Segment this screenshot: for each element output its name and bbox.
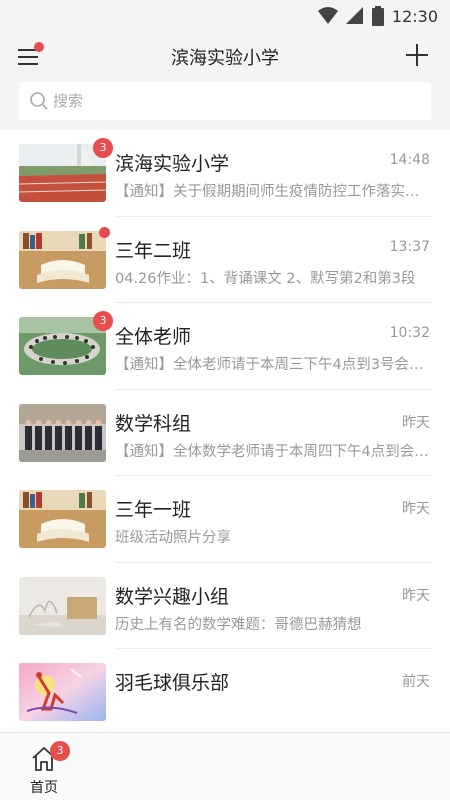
chat-item-school[interactable]: 3 滨海实验小学 14:48 【通知】关于假期期间师生疫情防控工作落实的通知 [0,130,450,217]
chat-name: 羽毛球俱乐部 [115,672,230,694]
nav-home-tab[interactable]: 3 首页 [14,739,74,797]
chat-time: 昨天 [402,501,430,517]
nav-unread-badge: 3 [50,741,70,761]
chat-name: 数学科组 [115,412,192,435]
chat-preview: 【通知】关于假期期间师生疫情防控工作落实的通知 [115,184,431,200]
chat-avatar [19,317,106,375]
chat-item-class-3-1[interactable]: 三年一班 昨天 班级活动照片分享 [0,476,450,563]
chat-name: 三年一班 [115,499,192,521]
chat-time: 13:37 [389,238,430,255]
chat-avatar [19,230,106,289]
chat-preview: 04.26作业：1、背诵课文 2、默写第2和第3段 [115,270,416,287]
search-input[interactable] [53,82,413,120]
battery-icon [371,6,384,26]
chat-avatar [19,576,106,635]
chat-item-math-dept[interactable]: 数学科组 昨天 【通知】全体数学老师请于本周四下午4点到会议室 [0,390,450,477]
unread-dot [99,226,110,238]
chat-preview: 班级活动照片分享 [115,530,231,546]
chat-avatar [19,403,106,462]
chat-avatar [19,490,106,548]
wifi-icon [317,7,338,24]
chat-time: 昨天 [402,414,430,431]
status-time: 12:30 [391,6,438,26]
chat-name: 数学兴趣小组 [115,585,230,608]
chat-preview: 【通知】全体老师请于本周三下午4点到3号会议室开会 [115,357,431,373]
chat-time: 昨天 [402,587,430,604]
chat-name: 全体老师 [115,326,192,348]
chat-preview: 历史上有名的数学难题：哥德巴赫猜想 [115,616,362,633]
chat-avatar [19,663,106,721]
chat-name: 滨海实验小学 [115,153,230,175]
search-icon [30,92,48,110]
search-box[interactable] [19,82,431,120]
chat-item-all-teachers[interactable]: 3 全体老师 10:32 【通知】全体老师请于本周三下午4点到3号会议室开会 [0,303,450,390]
add-button[interactable] [404,42,430,68]
status-bar: 12:30 [0,0,450,32]
chat-preview: 【通知】全体数学老师请于本周四下午4点到会议室 [115,443,431,460]
search-bar [0,82,450,130]
chat-time: 14:48 [389,152,430,168]
chat-time: 前天 [402,674,430,690]
chat-avatar [19,144,106,202]
chat-item-badminton-club[interactable]: 羽毛球俱乐部 前天 [0,649,450,732]
chat-item-math-club[interactable]: 数学兴趣小组 昨天 历史上有名的数学难题：哥德巴赫猜想 [0,563,450,650]
chat-item-class-3-2[interactable]: 三年二班 13:37 04.26作业：1、背诵课文 2、默写第2和第3段 [0,217,450,304]
status-icons: 12:30 [317,6,438,26]
unread-badge: 3 [93,138,113,158]
chat-time: 10:32 [389,325,430,341]
chat-list: 3 滨海实验小学 14:48 【通知】关于假期期间师生疫情防控工作落实的通知 三… [0,130,450,732]
chat-name: 三年二班 [115,239,192,262]
cellular-signal-icon [345,7,363,24]
bottom-navigation: 3 首页 [0,732,450,800]
unread-badge: 3 [93,311,113,331]
nav-home-label: 首页 [30,780,58,796]
plus-icon [406,44,428,66]
app-header: 滨海实验小学 [0,32,450,80]
page-title: 滨海实验小学 [171,48,279,69]
